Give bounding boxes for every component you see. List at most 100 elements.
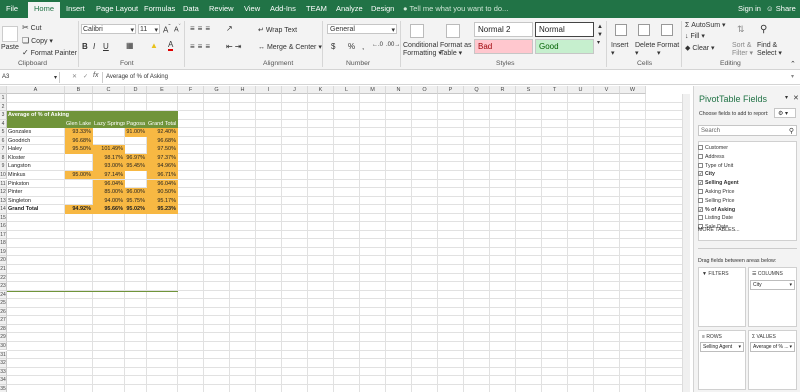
row-header[interactable]: 16 — [0, 222, 7, 231]
checkbox-icon[interactable] — [698, 189, 703, 195]
pane-options-icon[interactable]: ▾ — [785, 94, 788, 101]
pivot-row-label[interactable]: Minkus — [7, 171, 65, 180]
row-header[interactable]: 33 — [0, 367, 7, 377]
row-header[interactable]: 18 — [0, 239, 7, 248]
pivot-value-cell[interactable]: 94.00% — [93, 196, 125, 206]
pivot-col-header[interactable]: Pagosa — [125, 120, 147, 129]
pivot-total-label[interactable]: Grand Total — [7, 205, 65, 214]
pivot-title[interactable]: Average of % of Asking — [7, 111, 178, 120]
row-header[interactable]: 12 — [0, 188, 7, 197]
field-item[interactable]: Selling Price — [698, 198, 734, 204]
rows-area[interactable]: ≡ ROWS — [698, 330, 746, 390]
row-header[interactable]: 25 — [0, 299, 7, 308]
column-header[interactable]: O — [412, 86, 438, 94]
field-item[interactable]: ✓ City — [698, 171, 715, 177]
column-header[interactable]: L — [334, 86, 360, 94]
columns-area[interactable]: ☰ COLUMNS — [748, 267, 797, 327]
pivot-row-label[interactable]: Pinter — [7, 188, 65, 197]
tab-team[interactable]: TEAM — [306, 4, 327, 13]
row-header[interactable]: 5 — [0, 128, 7, 137]
row-header[interactable]: 29 — [0, 333, 7, 342]
pivot-value-cell[interactable]: 92.40% — [147, 128, 178, 137]
tell-me-box[interactable]: ● Tell me what you want to do... — [403, 4, 508, 13]
select-all-corner[interactable] — [0, 86, 7, 94]
row-header[interactable]: 3 — [0, 111, 7, 120]
tab-home[interactable]: Home — [28, 2, 61, 18]
field-search-input[interactable]: Search ⚲ — [698, 125, 797, 136]
tools-button[interactable]: ⚙ ▾ — [774, 108, 796, 118]
row-header[interactable]: 26 — [0, 307, 7, 317]
percent-button[interactable]: % — [348, 42, 355, 51]
conditional-formatting-button[interactable]: Conditional Formatting ▾ — [403, 42, 442, 57]
row-header[interactable]: 27 — [0, 316, 7, 325]
pivot-value-cell[interactable]: 90.50% — [147, 188, 178, 197]
column-header[interactable]: S — [516, 86, 542, 94]
tab-formulas[interactable]: Formulas — [144, 4, 175, 13]
column-header[interactable]: F — [178, 86, 204, 94]
row-header[interactable]: 23 — [0, 282, 7, 291]
pivot-value-cell[interactable]: 96.68% — [65, 136, 93, 146]
pivot-value-cell[interactable]: 98.17% — [93, 153, 125, 163]
sort-filter-button[interactable]: Sort & Filter ▾ — [732, 42, 753, 57]
orientation-icon[interactable]: ↗ — [226, 24, 233, 33]
row-header[interactable]: 9 — [0, 162, 7, 171]
tab-analyze[interactable]: Analyze — [336, 4, 363, 13]
pivot-value-cell[interactable]: 93.33% — [65, 128, 93, 137]
pivot-value-cell[interactable] — [65, 154, 93, 163]
row-header[interactable]: 20 — [0, 256, 7, 265]
field-item[interactable]: Type of Unit — [698, 163, 733, 169]
row-header[interactable]: 4 — [0, 119, 7, 129]
clear-button[interactable]: ◆ Clear ▾ — [685, 44, 715, 52]
grow-font-button[interactable]: Aˆ — [163, 24, 171, 35]
row-header[interactable]: 6 — [0, 136, 7, 146]
indent-icons[interactable]: ⇤⇥ — [226, 42, 243, 51]
row-header[interactable]: 35 — [0, 384, 7, 392]
tab-design[interactable]: Design — [371, 4, 394, 13]
row-header[interactable]: 10 — [0, 170, 7, 180]
insert-function-button[interactable]: fx — [93, 72, 98, 79]
number-format-select[interactable]: General ▾ — [327, 24, 397, 34]
name-box[interactable]: A3 ▾ — [0, 72, 60, 83]
column-header[interactable]: T — [542, 86, 568, 94]
pivot-value-cell[interactable]: 97.37% — [147, 153, 178, 163]
close-icon[interactable]: ✕ — [793, 94, 799, 102]
checked-checkbox-icon[interactable]: ✓ — [698, 171, 703, 177]
row-header[interactable]: 7 — [0, 145, 7, 154]
field-item[interactable]: Address — [698, 154, 724, 160]
column-header[interactable]: G — [204, 86, 230, 94]
pivot-row-label[interactable]: Singleton — [7, 197, 65, 206]
row-header[interactable]: 28 — [0, 324, 7, 334]
row-header[interactable]: 14 — [0, 205, 7, 214]
field-item[interactable]: ✓% of Asking — [698, 207, 735, 213]
pivot-row-label[interactable]: Kloster — [7, 154, 65, 163]
column-header[interactable]: E — [147, 86, 178, 94]
pivot-col-header[interactable]: Grand Total — [147, 120, 178, 129]
delete-cells-button[interactable]: Delete ▾ — [635, 42, 655, 57]
pivot-value-cell[interactable]: 95.45% — [125, 162, 147, 171]
pivot-value-cell[interactable]: 96.00% — [125, 188, 147, 197]
pivot-value-cell[interactable]: 91.00% — [125, 128, 147, 137]
column-header[interactable]: B — [65, 86, 93, 94]
column-header[interactable]: U — [568, 86, 594, 94]
selling-agent-row-chip[interactable]: Selling Agent ▾ — [700, 342, 744, 352]
checkbox-icon[interactable] — [698, 153, 703, 159]
vertical-scrollbar[interactable] — [682, 94, 690, 392]
bold-button[interactable]: B — [82, 42, 88, 51]
row-header[interactable]: 17 — [0, 230, 7, 240]
format-as-table-button[interactable]: Format as Table ▾ — [440, 42, 472, 57]
column-header[interactable]: K — [308, 86, 334, 94]
font-color-icon[interactable]: A — [168, 40, 174, 51]
copy-button[interactable]: ❏ Copy ▾ — [22, 37, 53, 46]
pivot-value-cell[interactable]: 96.97% — [125, 153, 147, 163]
pivot-value-cell[interactable]: 101.49% — [93, 145, 125, 154]
pivot-value-cell[interactable]: 95.00% — [65, 170, 93, 180]
decrease-decimal-button[interactable]: .00→ — [386, 42, 400, 48]
pivot-value-cell[interactable]: 96.68% — [147, 136, 178, 146]
pivot-col-header[interactable]: Glen Lake — [65, 120, 93, 129]
checkbox-icon[interactable] — [698, 215, 703, 221]
column-header[interactable]: H — [230, 86, 256, 94]
pivot-col-header[interactable]: Lazy Springs — [93, 120, 125, 129]
pivot-value-cell[interactable]: 85.00% — [93, 188, 125, 197]
row-header[interactable]: 8 — [0, 153, 7, 163]
tab-file[interactable]: File — [6, 4, 18, 13]
